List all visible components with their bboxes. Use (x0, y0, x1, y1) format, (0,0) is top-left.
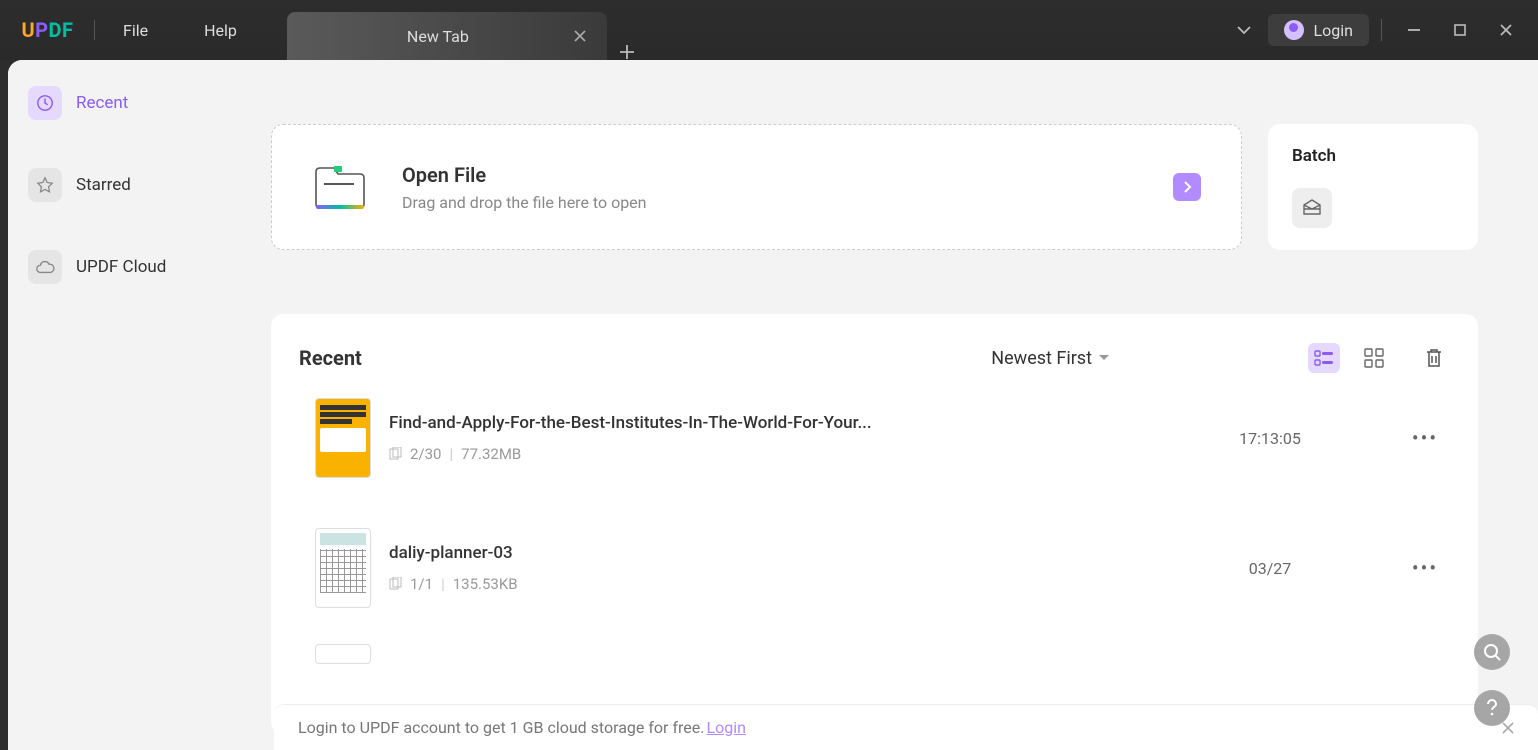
file-row[interactable]: daliy-planner-03 1/1 | 135.53KB 03/27 ••… (299, 504, 1450, 634)
sidebar-label: UPDF Cloud (76, 257, 166, 277)
chevron-right-icon (1173, 173, 1201, 201)
pages-icon (389, 577, 402, 591)
close-icon[interactable] (1502, 722, 1514, 734)
minimize-button[interactable] (1394, 12, 1434, 48)
menu-help[interactable]: Help (176, 21, 265, 40)
clock-icon (28, 86, 62, 120)
sidebar-label: Recent (76, 93, 128, 113)
file-time: 17:13:05 (1140, 429, 1400, 448)
sidebar-item-starred[interactable]: Starred (22, 162, 197, 208)
login-button[interactable]: Login (1268, 14, 1369, 46)
close-button[interactable] (1486, 12, 1526, 48)
open-title: Open File (402, 163, 647, 187)
menu-bar: File Help (95, 0, 265, 60)
sidebar: Recent Starred UPDF Cloud (8, 60, 211, 750)
sidebar-item-cloud[interactable]: UPDF Cloud (22, 244, 197, 290)
tab-label: New Tab (305, 27, 571, 46)
menu-file[interactable]: File (95, 21, 176, 40)
file-name: daliy-planner-03 (389, 543, 1140, 563)
files-heading: Recent (299, 346, 362, 370)
batch-card: Batch (1268, 124, 1478, 250)
files-card: Recent Newest First (271, 314, 1478, 734)
file-thumbnail (315, 528, 371, 608)
tab-strip: New Tab (287, 0, 647, 60)
folder-icon (312, 164, 368, 210)
caret-down-icon (1098, 354, 1110, 362)
promo-banner: Login to UPDF account to get 1 GB cloud … (274, 704, 1538, 750)
file-thumbnail (315, 398, 371, 478)
more-icon[interactable]: ••• (1400, 556, 1450, 580)
maximize-button[interactable] (1440, 12, 1480, 48)
content-area: Open File Drag and drop the file here to… (211, 60, 1538, 750)
chevron-down-icon[interactable] (1226, 12, 1262, 48)
sidebar-item-recent[interactable]: Recent (22, 80, 197, 126)
app-logo: UPDF (0, 0, 95, 60)
file-pages: 1/1 (410, 575, 433, 593)
login-label: Login (1314, 21, 1353, 40)
file-size: 135.53KB (453, 575, 518, 593)
search-fab[interactable] (1474, 634, 1510, 670)
batch-button[interactable] (1292, 188, 1332, 228)
sidebar-label: Starred (76, 175, 131, 195)
banner-login-link[interactable]: Login (706, 718, 745, 737)
file-pages: 2/30 (410, 445, 441, 463)
file-size: 77.32MB (461, 445, 521, 463)
file-row[interactable] (299, 634, 1450, 690)
titlebar: UPDF File Help New Tab Login (0, 0, 1538, 60)
pages-icon (389, 447, 402, 461)
banner-text: Login to UPDF account to get 1 GB cloud … (298, 718, 704, 737)
grid-view-button[interactable] (1358, 343, 1390, 373)
file-time: 03/27 (1140, 559, 1400, 578)
new-tab-button[interactable] (607, 44, 647, 60)
file-row[interactable]: Find-and-Apply-For-the-Best-Institutes-I… (299, 374, 1450, 504)
sort-label: Newest First (991, 348, 1092, 369)
sort-dropdown[interactable]: Newest First (991, 348, 1110, 369)
more-icon[interactable]: ••• (1400, 426, 1450, 450)
trash-button[interactable] (1418, 342, 1450, 374)
cloud-icon (28, 250, 62, 284)
file-name: Find-and-Apply-For-the-Best-Institutes-I… (389, 413, 1140, 433)
star-icon (28, 168, 62, 202)
avatar-icon (1284, 20, 1304, 40)
help-fab[interactable] (1474, 690, 1510, 726)
batch-title: Batch (1292, 146, 1454, 166)
open-subtitle: Drag and drop the file here to open (402, 193, 647, 212)
close-icon[interactable] (571, 27, 589, 45)
list-view-button[interactable] (1308, 343, 1340, 373)
tab-new[interactable]: New Tab (287, 12, 607, 60)
file-thumbnail (315, 644, 371, 664)
open-file-card[interactable]: Open File Drag and drop the file here to… (271, 124, 1242, 250)
